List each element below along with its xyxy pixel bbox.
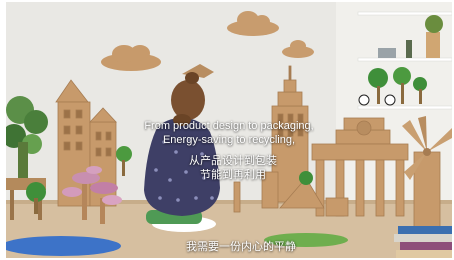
caption-english-line-1: From product design to packaging, — [144, 120, 314, 132]
video-subtitle: 我需要一份内心的平静 — [186, 241, 296, 253]
caption-chinese-line-2: 节能到再利用 — [200, 169, 266, 181]
caption-english-line-2: Energy-saving to recycling, — [162, 134, 296, 146]
video-frame[interactable]: From product design to packaging, Energy… — [6, 2, 452, 258]
